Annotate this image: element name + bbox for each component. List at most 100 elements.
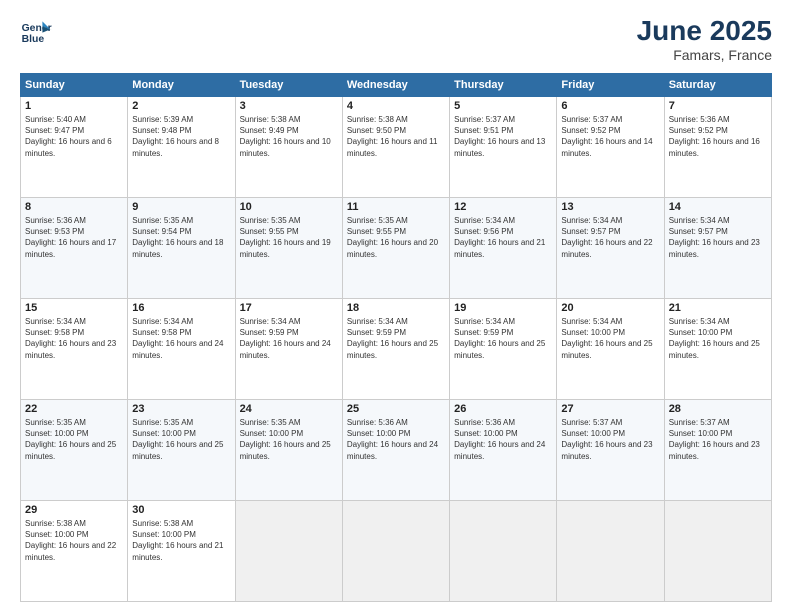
calendar-cell: 10 Sunrise: 5:35 AMSunset: 9:55 PMDayligh… — [235, 198, 342, 299]
day-info: Sunrise: 5:37 AMSunset: 9:52 PMDaylight:… — [561, 114, 659, 159]
day-number: 20 — [561, 302, 659, 314]
day-number: 1 — [25, 100, 123, 112]
day-info: Sunrise: 5:38 AMSunset: 10:00 PMDaylight… — [25, 518, 123, 563]
day-info: Sunrise: 5:34 AMSunset: 9:58 PMDaylight:… — [25, 316, 123, 361]
day-info: Sunrise: 5:34 AMSunset: 9:57 PMDaylight:… — [561, 215, 659, 260]
calendar-cell: 1 Sunrise: 5:40 AMSunset: 9:47 PMDaylight… — [21, 97, 128, 198]
calendar-cell: 21Sunrise: 5:34 AMSunset: 10:00 PMDaylig… — [664, 299, 771, 400]
day-number: 28 — [669, 403, 767, 415]
day-info: Sunrise: 5:35 AMSunset: 10:00 PMDaylight… — [25, 417, 123, 462]
calendar-cell: 30Sunrise: 5:38 AMSunset: 10:00 PMDaylig… — [128, 501, 235, 602]
day-number: 14 — [669, 201, 767, 213]
day-number: 29 — [25, 504, 123, 516]
day-number: 19 — [454, 302, 552, 314]
day-info: Sunrise: 5:34 AMSunset: 9:57 PMDaylight:… — [669, 215, 767, 260]
day-number: 26 — [454, 403, 552, 415]
day-info: Sunrise: 5:34 AMSunset: 10:00 PMDaylight… — [561, 316, 659, 361]
day-info: Sunrise: 5:38 AMSunset: 10:00 PMDaylight… — [132, 518, 230, 563]
week-row-1: 1 Sunrise: 5:40 AMSunset: 9:47 PMDaylight… — [21, 97, 772, 198]
day-number: 11 — [347, 201, 445, 213]
logo-icon: General Blue — [20, 15, 52, 47]
week-row-3: 15 Sunrise: 5:34 AMSunset: 9:58 PMDayligh… — [21, 299, 772, 400]
day-number: 6 — [561, 100, 659, 112]
day-info: Sunrise: 5:34 AMSunset: 9:59 PMDaylight:… — [347, 316, 445, 361]
day-number: 21 — [669, 302, 767, 314]
day-number: 3 — [240, 100, 338, 112]
calendar-cell: 5Sunrise: 5:37 AMSunset: 9:51 PMDaylight… — [450, 97, 557, 198]
calendar-cell: 18 Sunrise: 5:34 AMSunset: 9:59 PMDayligh… — [342, 299, 449, 400]
day-number: 17 — [240, 302, 338, 314]
day-info: Sunrise: 5:34 AMSunset: 9:59 PMDaylight:… — [454, 316, 552, 361]
calendar-cell: 12 Sunrise: 5:34 AMSunset: 9:56 PMDayligh… — [450, 198, 557, 299]
col-wednesday: Wednesday — [342, 74, 449, 97]
calendar-cell: 6 Sunrise: 5:37 AMSunset: 9:52 PMDaylight… — [557, 97, 664, 198]
calendar-cell: 15 Sunrise: 5:34 AMSunset: 9:58 PMDayligh… — [21, 299, 128, 400]
calendar-cell: 25 Sunrise: 5:36 AMSunset: 10:00 PMDaylig… — [342, 400, 449, 501]
day-info: Sunrise: 5:36 AMSunset: 9:52 PMDaylight:… — [669, 114, 767, 159]
week-row-5: 29 Sunrise: 5:38 AMSunset: 10:00 PMDaylig… — [21, 501, 772, 602]
day-number: 12 — [454, 201, 552, 213]
day-info: Sunrise: 5:36 AMSunset: 10:00 PMDaylight… — [347, 417, 445, 462]
calendar-cell — [235, 501, 342, 602]
day-number: 9 — [132, 201, 230, 213]
day-number: 7 — [669, 100, 767, 112]
day-number: 23 — [132, 403, 230, 415]
week-row-2: 8 Sunrise: 5:36 AMSunset: 9:53 PMDaylight… — [21, 198, 772, 299]
col-friday: Friday — [557, 74, 664, 97]
day-number: 4 — [347, 100, 445, 112]
day-info: Sunrise: 5:35 AMSunset: 9:54 PMDaylight:… — [132, 215, 230, 260]
day-info: Sunrise: 5:36 AMSunset: 9:53 PMDaylight:… — [25, 215, 123, 260]
day-number: 13 — [561, 201, 659, 213]
day-number: 25 — [347, 403, 445, 415]
day-number: 10 — [240, 201, 338, 213]
calendar-cell: 17 Sunrise: 5:34 AMSunset: 9:59 PMDayligh… — [235, 299, 342, 400]
col-tuesday: Tuesday — [235, 74, 342, 97]
col-thursday: Thursday — [450, 74, 557, 97]
day-number: 16 — [132, 302, 230, 314]
calendar-cell: 3 Sunrise: 5:38 AMSunset: 9:49 PMDaylight… — [235, 97, 342, 198]
week-row-4: 22 Sunrise: 5:35 AMSunset: 10:00 PMDaylig… — [21, 400, 772, 501]
day-info: Sunrise: 5:37 AMSunset: 10:00 PMDaylight… — [561, 417, 659, 462]
day-info: Sunrise: 5:34 AMSunset: 9:56 PMDaylight:… — [454, 215, 552, 260]
day-number: 8 — [25, 201, 123, 213]
calendar-cell: 23 Sunrise: 5:35 AMSunset: 10:00 PMDaylig… — [128, 400, 235, 501]
calendar-cell: 14 Sunrise: 5:34 AMSunset: 9:57 PMDayligh… — [664, 198, 771, 299]
header-row: Sunday Monday Tuesday Wednesday Thursday… — [21, 74, 772, 97]
calendar-cell: 29 Sunrise: 5:38 AMSunset: 10:00 PMDaylig… — [21, 501, 128, 602]
day-info: Sunrise: 5:35 AMSunset: 10:00 PMDaylight… — [240, 417, 338, 462]
calendar-cell: 4 Sunrise: 5:38 AMSunset: 9:50 PMDaylight… — [342, 97, 449, 198]
month-title: June 2025 — [637, 15, 772, 47]
col-sunday: Sunday — [21, 74, 128, 97]
calendar-table: Sunday Monday Tuesday Wednesday Thursday… — [20, 73, 772, 602]
calendar-cell — [557, 501, 664, 602]
calendar-cell: 8 Sunrise: 5:36 AMSunset: 9:53 PMDaylight… — [21, 198, 128, 299]
day-info: Sunrise: 5:35 AMSunset: 9:55 PMDaylight:… — [347, 215, 445, 260]
calendar-cell: 26Sunrise: 5:36 AMSunset: 10:00 PMDaylig… — [450, 400, 557, 501]
calendar-cell: 7 Sunrise: 5:36 AMSunset: 9:52 PMDaylight… — [664, 97, 771, 198]
logo: General Blue — [20, 15, 52, 47]
calendar-cell: 2Sunrise: 5:39 AMSunset: 9:48 PMDaylight… — [128, 97, 235, 198]
calendar-cell: 19 Sunrise: 5:34 AMSunset: 9:59 PMDayligh… — [450, 299, 557, 400]
col-saturday: Saturday — [664, 74, 771, 97]
day-info: Sunrise: 5:40 AMSunset: 9:47 PMDaylight:… — [25, 114, 123, 159]
day-info: Sunrise: 5:35 AMSunset: 10:00 PMDaylight… — [132, 417, 230, 462]
calendar-cell: 16Sunrise: 5:34 AMSunset: 9:58 PMDayligh… — [128, 299, 235, 400]
calendar-cell: 27 Sunrise: 5:37 AMSunset: 10:00 PMDaylig… — [557, 400, 664, 501]
day-number: 22 — [25, 403, 123, 415]
calendar-cell: 20 Sunrise: 5:34 AMSunset: 10:00 PMDaylig… — [557, 299, 664, 400]
day-info: Sunrise: 5:38 AMSunset: 9:49 PMDaylight:… — [240, 114, 338, 159]
day-info: Sunrise: 5:37 AMSunset: 9:51 PMDaylight:… — [454, 114, 552, 159]
day-number: 27 — [561, 403, 659, 415]
calendar-cell: 9 Sunrise: 5:35 AMSunset: 9:54 PMDaylight… — [128, 198, 235, 299]
day-number: 18 — [347, 302, 445, 314]
day-info: Sunrise: 5:38 AMSunset: 9:50 PMDaylight:… — [347, 114, 445, 159]
day-number: 24 — [240, 403, 338, 415]
day-number: 15 — [25, 302, 123, 314]
calendar-cell: 11 Sunrise: 5:35 AMSunset: 9:55 PMDayligh… — [342, 198, 449, 299]
calendar-cell — [450, 501, 557, 602]
day-info: Sunrise: 5:35 AMSunset: 9:55 PMDaylight:… — [240, 215, 338, 260]
page: General Blue June 2025 Famars, France Su… — [0, 0, 792, 612]
day-info: Sunrise: 5:34 AMSunset: 9:59 PMDaylight:… — [240, 316, 338, 361]
calendar-cell — [342, 501, 449, 602]
svg-text:Blue: Blue — [22, 34, 45, 45]
